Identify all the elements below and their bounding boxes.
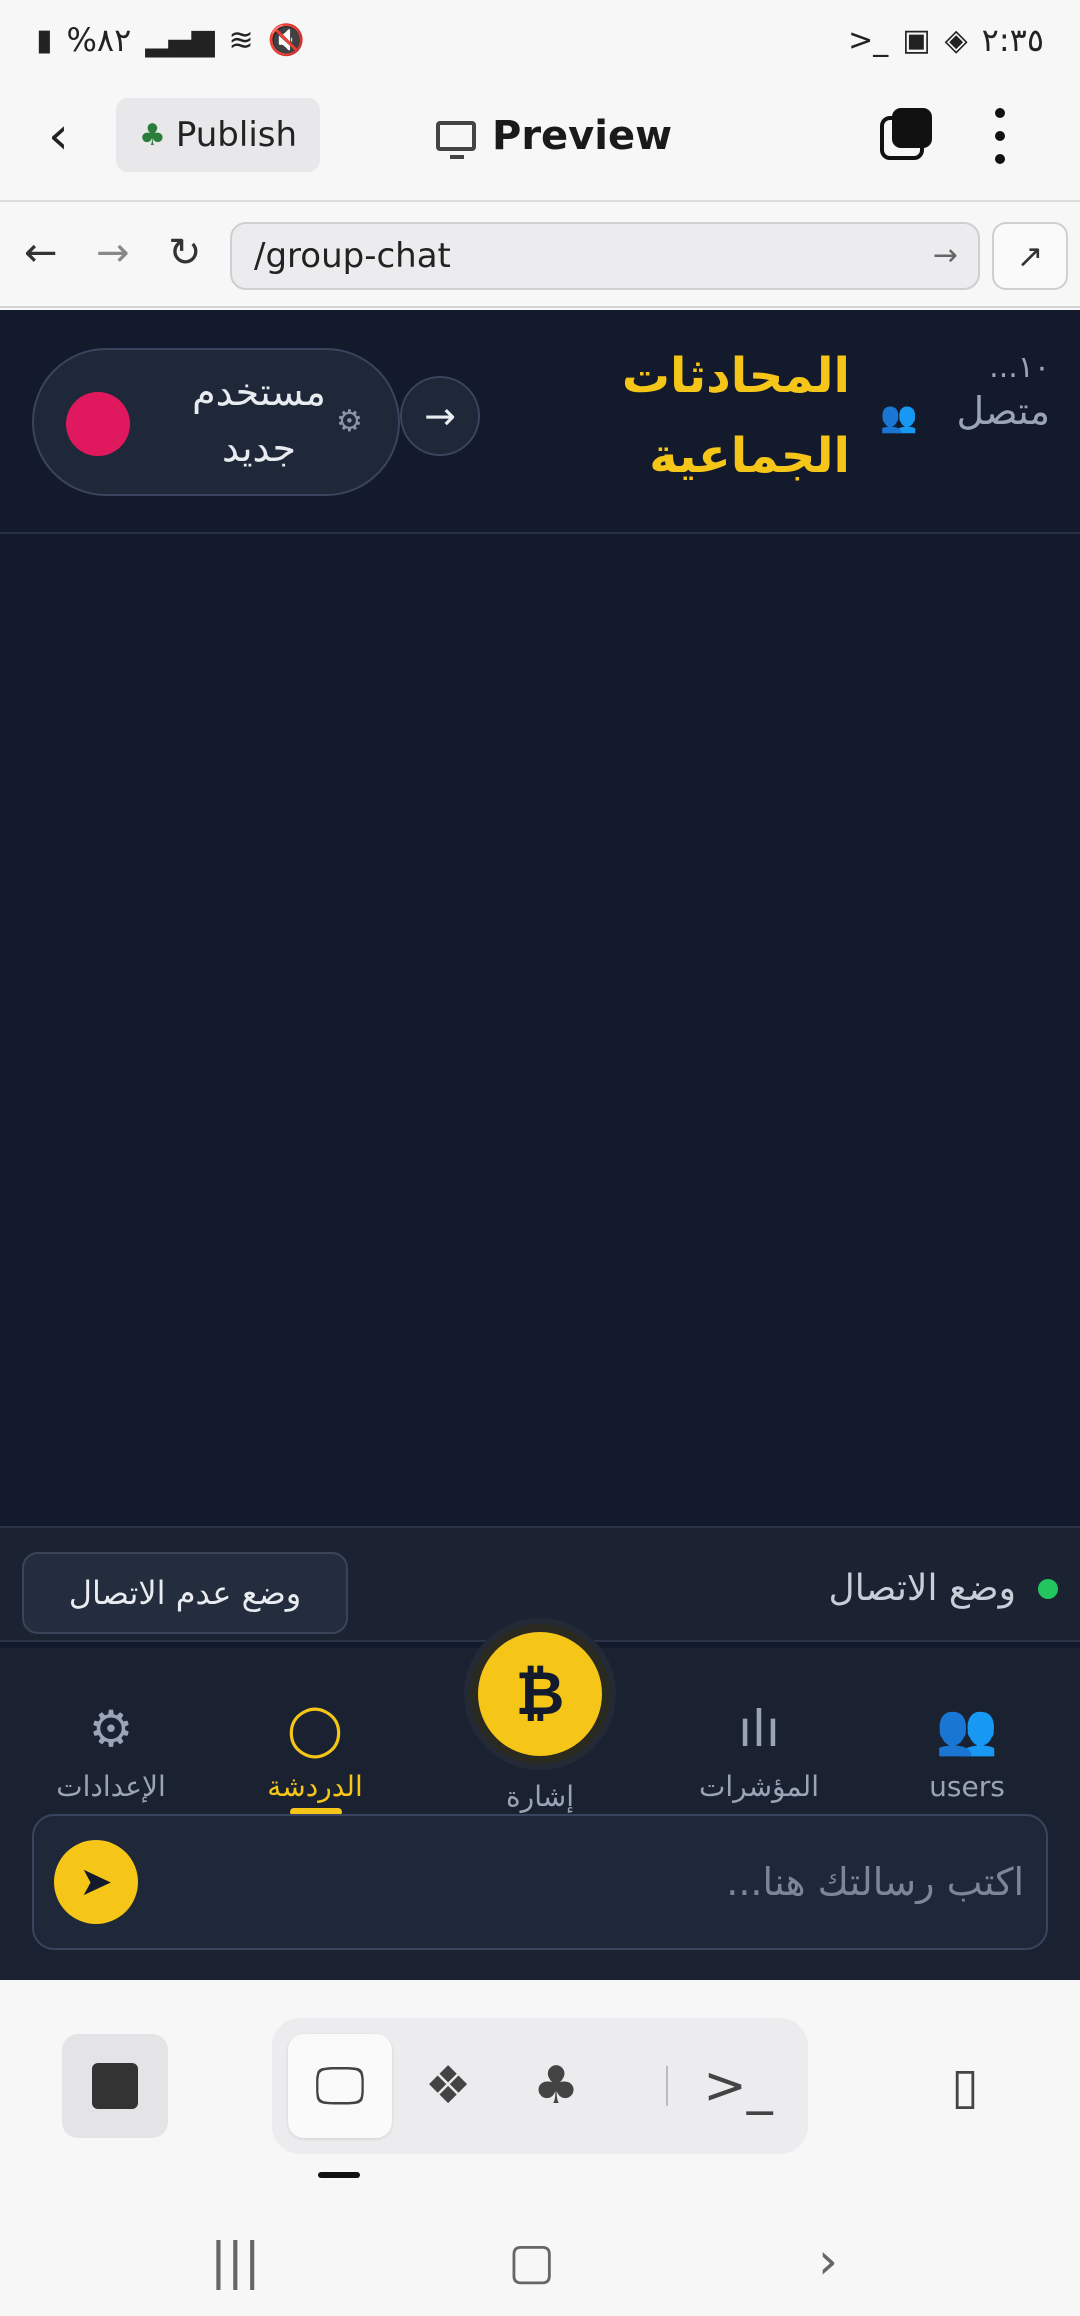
device-frame-button[interactable]: ▯	[930, 2034, 1000, 2138]
blocks-icon: ❖	[424, 2056, 472, 2116]
send-icon: ➤	[79, 1859, 113, 1905]
battery-icon: ▮	[36, 22, 53, 58]
message-composer: ➤	[32, 1814, 1048, 1950]
status-bar: ▮ %٨٢ ▂▄▆ ≋ 🔇 >_ ▣ ◈ ٢:٣٥	[0, 0, 1080, 80]
editor-tool-strip: 🖵 ❖ ♣ >_ ▯	[0, 1982, 1080, 2206]
connection-status: وضع الاتصال	[829, 1568, 1058, 1609]
gear-icon: ⚙	[88, 1700, 134, 1758]
reload-icon[interactable]: ↻	[168, 230, 202, 276]
publish-button[interactable]: ♣ Publish	[116, 98, 320, 172]
user-profile-pill[interactable]: مستخدم جديد ⚙	[32, 348, 400, 496]
terminal-mode-button[interactable]: >_	[686, 2034, 790, 2138]
menu-dot	[995, 154, 1005, 164]
tab-label: users	[929, 1770, 1005, 1803]
arrow-right-icon: →	[424, 394, 456, 438]
url-text: /group-chat	[254, 236, 451, 276]
wifi-icon: ≋	[228, 22, 254, 58]
terminal-icon: >_	[703, 2056, 773, 2116]
online-count: ١٠...	[989, 350, 1050, 385]
menu-dot	[995, 131, 1005, 141]
tab-indicators[interactable]: ılı المؤشرات	[674, 1696, 844, 1803]
monitor-icon	[436, 121, 476, 159]
selected-mode-indicator	[318, 2172, 360, 2178]
user-avatar	[66, 392, 130, 456]
publish-label: Publish	[175, 115, 298, 155]
clock: ٢:٣٥	[981, 21, 1044, 59]
open-external-button[interactable]: ↗	[992, 222, 1068, 290]
preview-title: Preview	[436, 104, 672, 168]
preview-label: Preview	[492, 113, 673, 159]
chat-header: مستخدم جديد ⚙ → المحادثات الجماعية 👥 ١٠.…	[0, 310, 1080, 534]
bar-chart-icon: ılı	[738, 1700, 780, 1758]
code-mode-button[interactable]: ❖	[396, 2034, 500, 2138]
system-back-button[interactable]: ›	[818, 2232, 838, 2290]
image-notification-icon: ▣	[902, 22, 931, 58]
url-bar[interactable]: /group-chat →	[230, 222, 980, 290]
stop-icon	[92, 2063, 138, 2109]
shield-notification-icon: ◈	[944, 22, 968, 58]
tab-label: المؤشرات	[698, 1770, 819, 1803]
tree-icon: ♣	[532, 2056, 580, 2116]
tab-chat[interactable]: ◯ الدردشة	[230, 1696, 400, 1803]
send-button[interactable]: ➤	[54, 1840, 138, 1924]
browser-back-icon[interactable]: ←	[24, 230, 58, 276]
status-left: ▮ %٨٢ ▂▄▆ ≋ 🔇	[36, 21, 305, 59]
online-counter: ١٠... متصل	[880, 350, 1050, 433]
tabs-switch-button[interactable]	[880, 108, 934, 162]
signal-icon: ₿	[515, 1659, 565, 1729]
mute-icon: 🔇	[267, 22, 306, 58]
user-name: مستخدم جديد	[192, 370, 326, 470]
users-icon: 👥	[935, 1700, 999, 1758]
terminal-notification-icon: >_	[848, 22, 889, 58]
back-button[interactable]: ‹	[48, 108, 98, 164]
system-navigation-bar: ||| ▢ ›	[0, 2208, 1080, 2316]
battery-level: %٨٢	[66, 21, 132, 59]
preview-mode-button[interactable]: 🖵	[288, 2034, 392, 2138]
tab-users[interactable]: 👥 users	[882, 1696, 1052, 1803]
chat-web-app: مستخدم جديد ⚙ → المحادثات الجماعية 👥 ١٠.…	[0, 310, 1080, 1980]
browser-bar: ← → ↻ /group-chat → ↗	[0, 204, 1080, 308]
online-status-dot	[1038, 1578, 1058, 1599]
status-right: >_ ▣ ◈ ٢:٣٥	[848, 21, 1044, 59]
user-settings-icon[interactable]: ⚙	[336, 404, 363, 439]
online-label: متصل	[956, 389, 1050, 433]
go-arrow-icon[interactable]: →	[933, 238, 958, 273]
signal-strength-icon: ▂▄▆	[145, 22, 215, 58]
browser-forward-icon[interactable]: →	[96, 230, 130, 276]
menu-dot	[995, 108, 1005, 118]
monitor-icon: 🖵	[314, 2055, 366, 2116]
device-icon: ▯	[951, 2057, 979, 2115]
tabs-front-square	[892, 108, 932, 148]
overflow-menu-button[interactable]	[984, 108, 1016, 164]
connection-status-label: وضع الاتصال	[828, 1568, 1016, 1609]
view-mode-switcher: 🖵 ❖ ♣ >_	[272, 2018, 808, 2154]
app-toolbar: ‹ ♣ Publish Preview	[0, 80, 1080, 202]
page-title: المحادثات الجماعية	[621, 348, 850, 484]
segment-divider	[666, 2066, 668, 2106]
external-link-icon: ↗	[1016, 237, 1044, 275]
tab-label: الإعدادات	[56, 1770, 166, 1803]
tab-label: الدردشة	[267, 1770, 363, 1803]
tree-icon: ♣	[138, 117, 166, 153]
message-input[interactable]	[164, 1840, 1024, 1924]
signal-label: إشارة	[506, 1780, 574, 1813]
recents-button[interactable]: |||	[210, 2232, 261, 2290]
logout-arrow-button[interactable]: →	[400, 376, 480, 456]
chat-icon: ◯	[287, 1700, 343, 1758]
signal-button[interactable]: ₿	[470, 1624, 610, 1764]
home-button[interactable]: ▢	[508, 2232, 555, 2290]
offline-mode-button[interactable]: وضع عدم الاتصال	[22, 1552, 348, 1634]
publish-mode-button[interactable]: ♣	[504, 2034, 608, 2138]
tab-settings[interactable]: ⚙ الإعدادات	[26, 1696, 196, 1803]
stop-button[interactable]	[62, 2034, 168, 2138]
messages-area[interactable]	[0, 536, 1080, 1536]
